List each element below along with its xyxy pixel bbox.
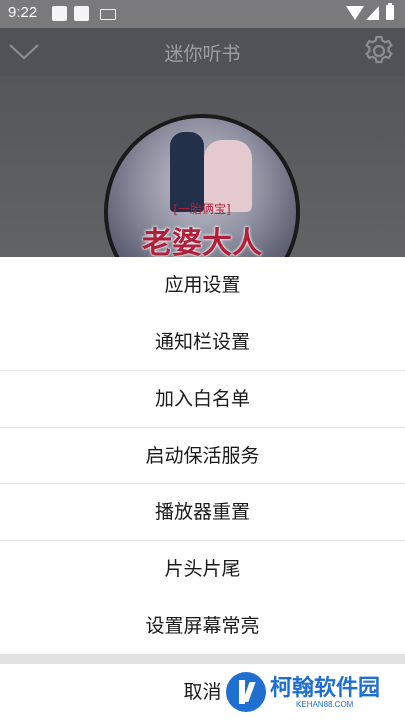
app-bar: 迷你听书 (0, 28, 405, 76)
status-bar: 9:22 (0, 0, 405, 28)
cover-subtitle: [一胎俩宝] (173, 202, 231, 216)
bottom-sheet-menu: 应用设置 通知栏设置 加入白名单 启动保活服务 播放器重置 片头片尾 设置屏幕常… (0, 257, 405, 720)
watermark: 柯翰软件园 KEHAN88.COM (226, 670, 401, 716)
watermark-text: 柯翰软件园 (270, 676, 381, 701)
menu-item-keepalive-service[interactable]: 启动保活服务 (0, 428, 405, 484)
menu-item-app-settings[interactable]: 应用设置 (0, 257, 405, 313)
notification-icon (74, 6, 89, 21)
page-title: 迷你听书 (164, 43, 241, 65)
menu-item-screen-on[interactable]: 设置屏幕常亮 (0, 598, 405, 654)
menu-item-notification-settings[interactable]: 通知栏设置 (0, 314, 405, 370)
cover-title: 老婆大人 (142, 226, 262, 261)
sheet-separator (0, 654, 405, 664)
watermark-url: KEHAN88.COM (296, 700, 354, 709)
notification-icon (52, 6, 67, 21)
watermark-logo-icon (226, 672, 266, 712)
signal-icon (366, 6, 379, 20)
battery-icon (386, 3, 394, 20)
gear-icon[interactable] (362, 34, 396, 68)
keyboard-icon (100, 9, 116, 20)
menu-item-intro-outro[interactable]: 片头片尾 (0, 541, 405, 597)
menu-item-player-reset[interactable]: 播放器重置 (0, 484, 405, 540)
menu-item-add-whitelist[interactable]: 加入白名单 (0, 371, 405, 427)
status-time: 9:22 (8, 4, 38, 21)
wifi-icon (346, 6, 364, 20)
